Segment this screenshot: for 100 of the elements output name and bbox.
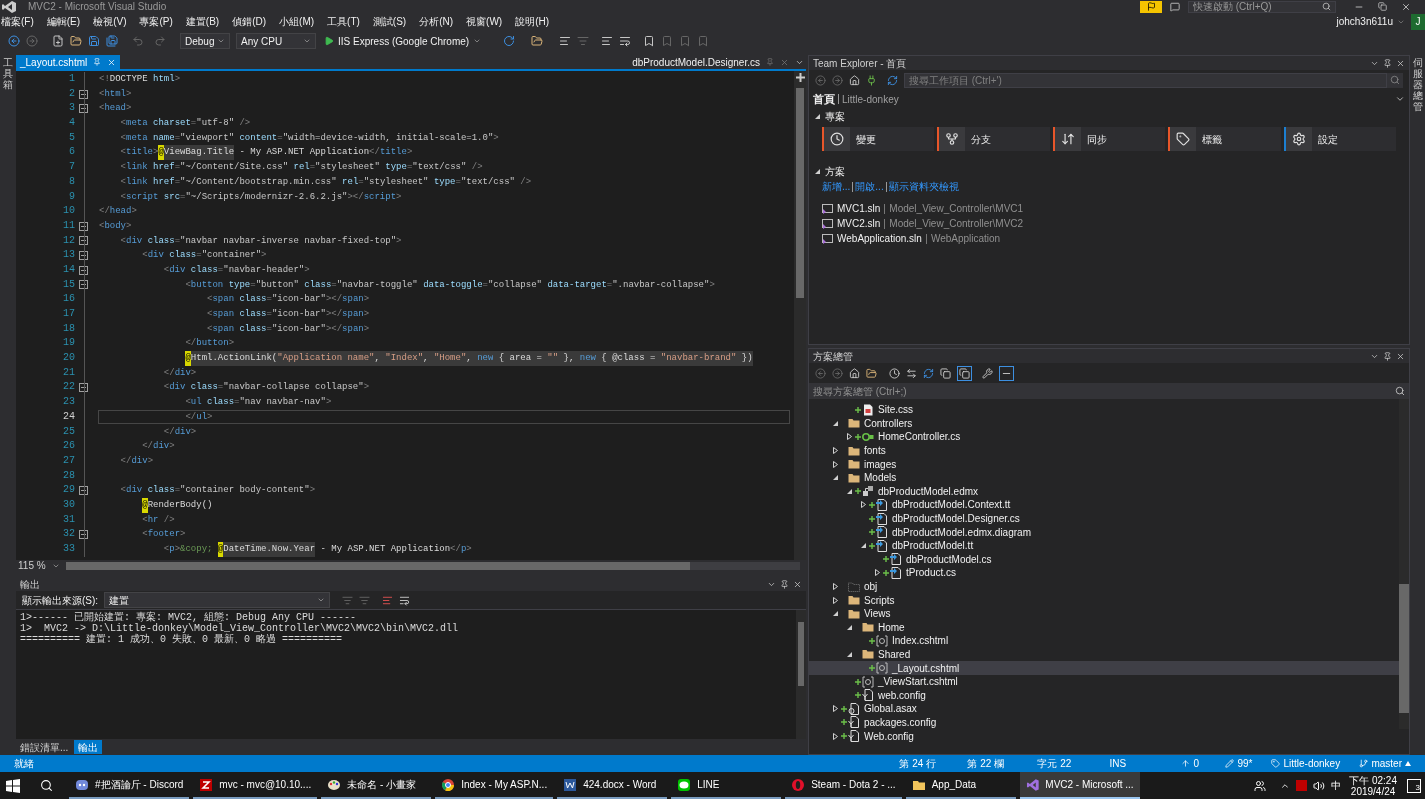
tree-item[interactable]: dbProductModel.cs	[809, 552, 1399, 567]
expander-icon[interactable]	[859, 542, 867, 550]
tree-item[interactable]: tProduct.cs	[809, 566, 1399, 580]
tree-item[interactable]: Models	[809, 470, 1399, 485]
bookmark-icon[interactable]	[643, 35, 656, 47]
tree-item[interactable]: Views	[809, 606, 1399, 621]
word-wrap-icon[interactable]	[399, 594, 411, 606]
changes-count[interactable]: 99*	[1225, 756, 1272, 771]
nav-tile[interactable]: 同步	[1052, 127, 1166, 151]
sync-icon[interactable]	[906, 367, 917, 379]
expander-icon[interactable]	[831, 460, 839, 468]
refresh-icon[interactable]	[923, 367, 934, 379]
preview-icon[interactable]	[999, 365, 1014, 381]
home-icon[interactable]	[849, 74, 860, 86]
expander-icon[interactable]	[831, 732, 839, 740]
filter-icon[interactable]	[342, 594, 354, 606]
tree-item[interactable]: dbProductModel.Context.tt	[809, 498, 1399, 512]
editor-tab[interactable]: _Layout.cshtml	[16, 55, 121, 69]
menu-item[interactable]: 分析(N)	[418, 14, 455, 29]
collapse-icon[interactable]	[79, 236, 88, 246]
split-icon[interactable]	[795, 73, 805, 82]
expander-icon[interactable]	[814, 167, 821, 175]
run-button[interactable]: IIS Express (Google Chrome)	[322, 33, 484, 49]
expander-icon[interactable]	[831, 419, 839, 427]
tree-item[interactable]: Scripts	[809, 593, 1399, 607]
taskbar-item[interactable]: LINE	[671, 772, 782, 799]
collapse-icon[interactable]	[79, 251, 88, 261]
menu-item[interactable]: 偵錯(D)	[231, 14, 268, 29]
collapse-icon[interactable]	[79, 280, 88, 290]
expander-icon[interactable]	[831, 447, 839, 455]
panel-tab[interactable]: 錯誤清單...	[16, 740, 73, 754]
expander-icon[interactable]	[831, 583, 839, 590]
configuration-dropdown[interactable]: Debug	[180, 33, 230, 49]
wrap-icon[interactable]	[619, 35, 632, 47]
tree-item[interactable]: web.config	[809, 688, 1399, 703]
expander-icon[interactable]	[859, 501, 867, 509]
close-icon[interactable]	[1396, 351, 1405, 361]
tree-item[interactable]: dbProductModel.edmx	[809, 484, 1399, 499]
menu-item[interactable]: 視窗(W)	[465, 14, 504, 29]
tree-item[interactable]: Global.asax	[809, 702, 1399, 716]
repository-button[interactable]: Little-donkey	[1271, 756, 1360, 771]
push-count[interactable]: 0	[1181, 756, 1226, 771]
menu-item[interactable]: 專案(P)	[138, 14, 174, 29]
notification-icon[interactable]	[1140, 0, 1162, 13]
account-avatar[interactable]: J	[1411, 13, 1425, 30]
link[interactable]: 新增...	[822, 179, 851, 194]
pin-icon[interactable]	[780, 579, 789, 589]
close-icon[interactable]	[1396, 58, 1405, 68]
nav-tile[interactable]: 分支	[937, 127, 1050, 151]
clock-time[interactable]: 下午 02:24	[1349, 774, 1397, 786]
collapse-icon[interactable]	[79, 89, 88, 99]
tree-item[interactable]: Shared	[809, 647, 1399, 662]
collapse-icon[interactable]	[79, 265, 88, 275]
quick-launch-field[interactable]: 快速啟動 (Ctrl+Q)	[1188, 0, 1336, 13]
output-source-dropdown[interactable]: 建置	[104, 592, 331, 608]
section-title[interactable]: 方案	[825, 163, 845, 179]
dropdown-icon[interactable]	[1395, 94, 1405, 104]
tree-item[interactable]: obj	[809, 579, 1399, 594]
pin-icon[interactable]	[1383, 58, 1392, 68]
tree-item[interactable]: fonts	[809, 443, 1399, 458]
maximize-icon[interactable]	[1378, 2, 1387, 11]
filter-icon[interactable]	[359, 594, 371, 606]
server-explorer-tab[interactable]: 伺服器總管	[1412, 57, 1423, 112]
search-field[interactable]: 搜尋方案總管 (Ctrl+;)	[809, 383, 1391, 399]
menu-item[interactable]: 檢視(V)	[92, 14, 128, 29]
undo-icon[interactable]	[132, 35, 144, 47]
clock-date[interactable]: 2019/4/24	[1350, 785, 1396, 797]
link[interactable]: 顯示資料夾檢視	[888, 179, 959, 194]
search-icon[interactable]	[40, 779, 53, 792]
plug-icon[interactable]	[866, 74, 877, 86]
platform-dropdown[interactable]: Any CPU	[236, 33, 316, 49]
back-icon[interactable]	[815, 74, 826, 86]
zoom-level[interactable]: 115 %	[16, 561, 52, 571]
redo-icon[interactable]	[154, 35, 166, 47]
expander-icon[interactable]	[845, 433, 853, 441]
refresh-icon[interactable]	[887, 74, 898, 86]
expander-icon[interactable]	[814, 112, 821, 120]
new-project-icon[interactable]	[52, 35, 64, 47]
search-field[interactable]: 搜尋工作項目 (Ctrl+')	[904, 72, 1387, 88]
tree-item[interactable]: dbProductModel.tt	[809, 538, 1399, 553]
save-all-icon[interactable]	[106, 35, 118, 47]
refresh-icon[interactable]	[503, 35, 516, 47]
close-icon[interactable]	[1401, 1, 1411, 12]
clear-all-icon[interactable]	[382, 594, 394, 606]
open-folder-icon[interactable]	[70, 35, 82, 47]
expander-icon[interactable]	[831, 474, 839, 482]
menu-item[interactable]: 檔案(F)	[0, 14, 35, 29]
tree-item[interactable]: images	[809, 457, 1399, 471]
branch-button[interactable]: master	[1359, 756, 1411, 771]
home-icon[interactable]	[849, 367, 860, 379]
account-name[interactable]: johch3n611u	[1336, 14, 1393, 29]
menu-item[interactable]: 建置(B)	[184, 14, 221, 29]
start-icon[interactable]	[6, 778, 20, 793]
taskbar-item[interactable]: mvc - mvc@10.10....	[193, 772, 318, 799]
expander-icon[interactable]	[831, 705, 839, 713]
collapse-icon[interactable]	[79, 486, 88, 496]
tree-item[interactable]: HomeController.cs	[809, 430, 1399, 444]
pin-icon[interactable]	[93, 58, 102, 66]
nav-tile[interactable]: 設定	[1283, 127, 1397, 151]
tree-item[interactable]: dbProductModel.edmx.diagram	[809, 525, 1399, 539]
